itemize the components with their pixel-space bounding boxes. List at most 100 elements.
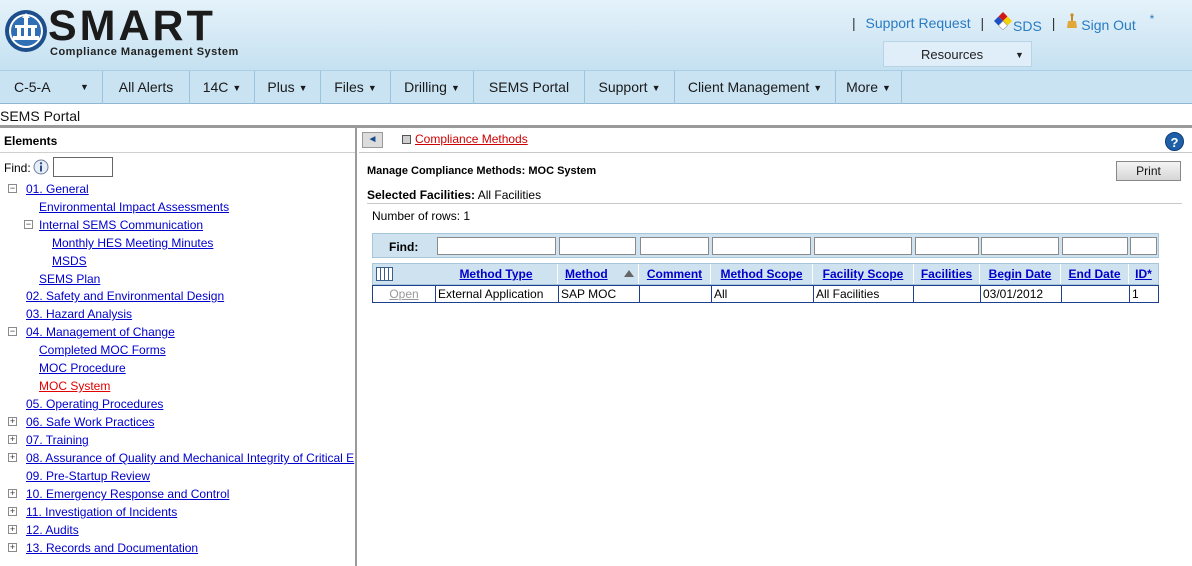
nav-item-plus[interactable]: Plus ▼ [255,71,321,104]
cell-end-date [1062,286,1130,302]
divider [359,152,1192,153]
tree-item-04-management-of-change[interactable]: 04. Management of Change [26,325,175,339]
chevron-down-icon: ▼ [80,82,89,92]
help-icon[interactable]: ? [1165,132,1184,151]
document-icon [402,135,411,144]
content-pane: ◄ Compliance Methods ? Manage Compliance… [359,128,1192,566]
main-nav: C-5-A ▼ All Alerts 14C ▼ Plus ▼ Files ▼ Dri… [0,70,1192,104]
hazard-diamond-icon [994,12,1013,31]
collapse-toggle[interactable]: − [8,184,17,193]
tree-item-02-safety-design[interactable]: 02. Safety and Environmental Design [26,289,224,303]
expand-toggle[interactable]: + [8,417,17,426]
expand-toggle[interactable]: + [8,435,17,444]
col-begin-date[interactable]: Begin Date [980,264,1061,284]
nav-item-sems-portal[interactable]: SEMS Portal [474,71,585,104]
collapse-left-pane-button[interactable]: ◄ [362,132,383,148]
tree-item-moc-procedure[interactable]: MOC Procedure [39,361,126,375]
table-row: Open External Application SAP MOC All Al… [372,285,1159,303]
header: SMART Compliance Management System | Sup… [0,0,1192,70]
nav-item-client-management[interactable]: Client Management ▼ [675,71,836,104]
nav-item-all-alerts[interactable]: All Alerts [103,71,190,104]
filter-id[interactable] [1130,237,1157,255]
open-row-link[interactable]: Open [373,286,436,302]
tree-item-03-hazard-analysis[interactable]: 03. Hazard Analysis [26,307,132,321]
collapse-toggle[interactable]: − [24,220,33,229]
chevron-down-icon: ▼ [813,83,823,93]
tree-item-internal-sems-communication[interactable]: Internal SEMS Communication [39,218,203,232]
nav-item-14c[interactable]: 14C ▼ [190,71,255,104]
filter-begin-date[interactable] [981,237,1059,255]
nav-item-c-5-a[interactable]: C-5-A ▼ [0,71,103,104]
grid-header: Method Type Method Comment Method Scope … [372,263,1159,285]
filter-method[interactable] [559,237,636,255]
tree-item-13-records-and-documentation[interactable]: 13. Records and Documentation [26,541,198,555]
tree-item-08-assurance-of-quality[interactable]: 08. Assurance of Quality and Mechanical … [26,451,354,465]
support-request-link[interactable]: Support Request [866,15,971,31]
col-end-date[interactable]: End Date [1061,264,1129,284]
nav-label: All Alerts [118,79,174,95]
elements-pane: Elements Find: − 01. General Environment… [0,128,357,566]
nav-label: Plus [267,79,295,95]
chevron-down-icon: ▼ [367,83,377,93]
filter-method-type[interactable] [437,237,556,255]
tree-item-01-general[interactable]: 01. General [26,182,89,196]
separator: | [1051,15,1056,32]
sort-ascending-icon [624,270,634,277]
column-chooser-icon[interactable] [376,267,393,281]
expand-toggle[interactable]: + [8,489,17,498]
tree-item-09-pre-startup-review[interactable]: 09. Pre-Startup Review [26,469,150,483]
filter-facility-scope[interactable] [814,237,912,255]
chevron-down-icon: ▼ [881,83,891,93]
nav-item-drilling[interactable]: Drilling ▼ [391,71,474,104]
col-facilities[interactable]: Facilities [914,264,980,284]
col-id[interactable]: ID* [1129,264,1158,284]
tree-item-environmental-impact[interactable]: Environmental Impact Assessments [39,200,229,214]
manage-title: Manage Compliance Methods: MOC System [367,165,597,177]
col-method-scope[interactable]: Method Scope [711,264,813,284]
nav-item-support[interactable]: Support ▼ [585,71,675,104]
info-icon[interactable] [33,159,49,175]
nav-label: Support [598,79,648,95]
tree-item-sems-plan[interactable]: SEMS Plan [39,272,100,286]
selected-facilities-value: All Facilities [477,188,542,202]
nav-item-files[interactable]: Files ▼ [321,71,391,104]
tree-item-completed-moc-forms[interactable]: Completed MOC Forms [39,343,166,357]
cell-method: SAP MOC [559,286,640,302]
tree-item-12-audits[interactable]: 12. Audits [26,523,79,537]
expand-toggle[interactable]: + [8,543,17,552]
resources-dropdown[interactable]: Resources ▼ [883,41,1032,67]
resources-label: Resources [921,47,984,62]
sign-out-link[interactable]: Sign Out [1065,13,1136,34]
tree-item-05-operating-procedures[interactable]: 05. Operating Procedures [26,397,163,411]
filter-end-date[interactable] [1062,237,1128,255]
find-label: Find: [4,161,31,175]
tree-item-monthly-hes-minutes[interactable]: Monthly HES Meeting Minutes [52,236,213,250]
print-button[interactable]: Print [1116,161,1181,181]
expand-toggle[interactable]: + [8,525,17,534]
filter-method-scope[interactable] [712,237,811,255]
expand-toggle[interactable]: + [8,453,17,462]
collapse-toggle[interactable]: − [8,327,17,336]
cell-facilities [914,286,981,302]
compliance-methods-link[interactable]: Compliance Methods [415,132,528,146]
col-method-type[interactable]: Method Type [435,264,558,284]
tree-item-07-training[interactable]: 07. Training [26,433,89,447]
tree-item-moc-system[interactable]: MOC System [39,379,110,393]
elements-find-input[interactable] [53,157,113,177]
nav-label: SEMS Portal [488,79,570,95]
sign-out-label: Sign Out [1081,17,1136,34]
logo-wordmark: SMART [48,2,216,50]
col-comment[interactable]: Comment [639,264,711,284]
tree-item-10-emergency-response[interactable]: 10. Emergency Response and Control [26,487,229,501]
col-facility-scope[interactable]: Facility Scope [813,264,914,284]
nav-label: Client Management [687,79,810,95]
tree-item-msds[interactable]: MSDS [52,254,87,268]
nav-item-more[interactable]: More ▼ [836,71,902,104]
filter-facilities[interactable] [915,237,979,255]
expand-toggle[interactable]: + [8,507,17,516]
tree-item-06-safe-work-practices[interactable]: 06. Safe Work Practices [26,415,155,429]
filter-comment[interactable] [640,237,709,255]
top-links: | Support Request | SDS | Sign Out * [846,12,1154,34]
tree-item-11-investigation-of-incidents[interactable]: 11. Investigation of Incidents [26,505,177,519]
sds-link[interactable]: SDS [994,12,1042,34]
